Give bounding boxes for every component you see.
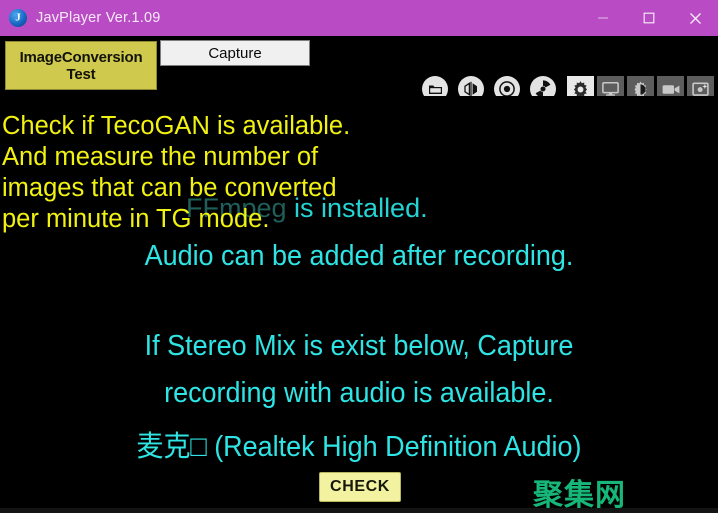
notice-line-4: per minute in TG mode.	[2, 205, 270, 233]
audio-device-line: 麦克□ (Realtek High Definition Audio)	[136, 431, 582, 463]
minimize-button[interactable]	[580, 0, 626, 36]
notice-line-1: Check if TecoGAN is available.	[2, 112, 351, 140]
notice-line-3: images that can be converted	[2, 174, 337, 202]
ict-label-line1: ImageConversion	[19, 48, 143, 66]
folder-glyph	[428, 85, 442, 94]
window-controls	[580, 0, 718, 36]
capture-label: Capture	[208, 44, 262, 62]
close-icon	[689, 12, 701, 24]
app-icon-letter: J	[15, 11, 21, 23]
stereo-note-line-2: recording with audio is available.	[164, 377, 554, 409]
ict-label-line2: Test	[66, 65, 96, 83]
maximize-icon	[643, 12, 655, 24]
notice-text: Check if TecoGAN is available. And measu…	[2, 111, 462, 235]
minimize-icon	[598, 17, 608, 19]
close-button[interactable]	[672, 0, 718, 36]
check-button-label: CHECK	[330, 478, 390, 495]
image-conversion-test-button[interactable]: ImageConversion Test	[5, 41, 157, 90]
bottom-strip	[0, 508, 718, 513]
toolbar: ImageConversion Test Capture DMM,R,DUGA,…	[0, 36, 718, 123]
window-title: JavPlayer Ver.1.09	[36, 10, 161, 26]
title-bar: J JavPlayer Ver.1.09	[0, 0, 718, 36]
stereo-note-line-1: If Stereo Mix is exist below, Capture	[144, 330, 574, 362]
javplayer-window: J JavPlayer Ver.1.09 ImageConversion Tes…	[0, 0, 718, 513]
javplayer-icon: J	[9, 9, 27, 27]
check-button[interactable]: CHECK	[319, 472, 401, 502]
video-camera-glyph	[662, 84, 679, 94]
audio-note: Audio can be added after recording.	[144, 240, 574, 272]
notice-line-2: And measure the number of	[2, 143, 319, 171]
watermark: 聚集网	[533, 478, 626, 513]
capture-button[interactable]: Capture	[160, 40, 310, 66]
maximize-button[interactable]	[626, 0, 672, 36]
content-area: FFmpeg is installed. Check if TecoGAN is…	[0, 96, 718, 513]
